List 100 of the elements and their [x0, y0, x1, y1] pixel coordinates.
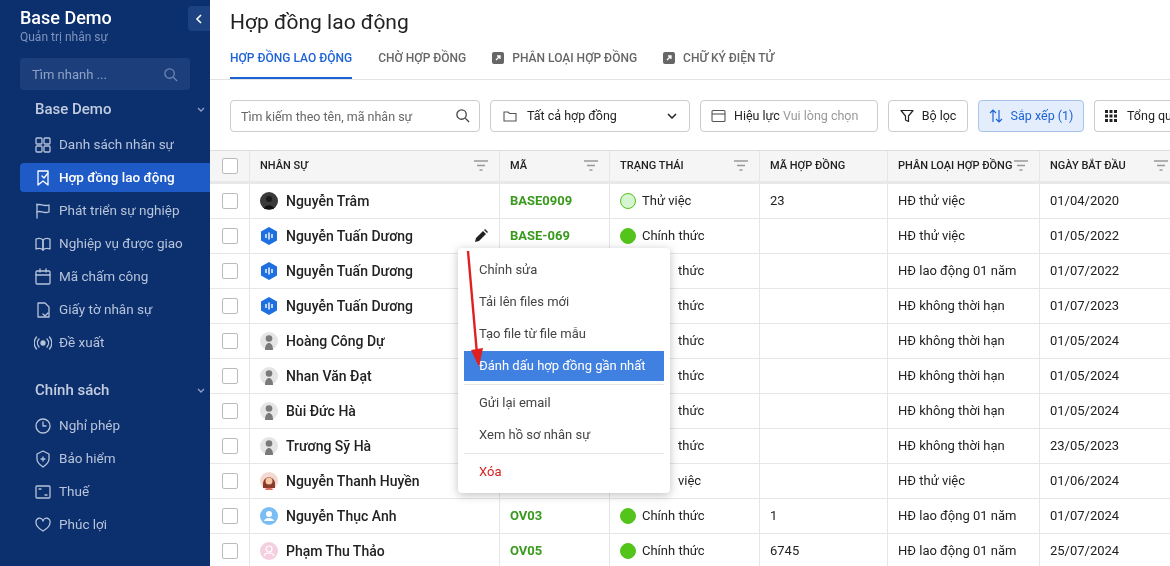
menu-item[interactable]: Gửi lại email	[464, 388, 664, 418]
table-cell-text: 25/07/2024	[1050, 542, 1120, 561]
column-header: MÃ HỢP ĐỒNG	[770, 157, 846, 174]
app-subtitle: Quản trị nhân sự	[20, 29, 109, 45]
validity-field[interactable]: Vui lòng chọn	[782, 106, 867, 126]
menu-item[interactable]: Xóa	[464, 457, 664, 487]
sidebar-item[interactable]: Mã chấm công	[20, 262, 210, 291]
sidebar-item[interactable]: Hợp đồng lao động	[20, 163, 210, 192]
table-cell-text: 23	[770, 192, 785, 211]
checkbox[interactable]	[221, 403, 238, 419]
checkbox[interactable]	[221, 508, 238, 524]
table-cell-text: HĐ không thời hạn	[898, 297, 1005, 316]
employee-name[interactable]: Phạm Thu Thảo	[286, 540, 489, 562]
sidebar-item[interactable]: Nghỉ phép	[20, 411, 210, 440]
table-cell-text: HĐ không thời hạn	[898, 437, 1005, 456]
sidebar-item[interactable]: Giấy tờ nhân sự	[20, 295, 210, 324]
menu-item[interactable]: Chỉnh sửa	[464, 255, 664, 285]
filter-button[interactable]: Bộ lọc	[888, 100, 968, 132]
menu-item[interactable]: Đánh dấu hợp đồng gần nhất	[464, 351, 664, 381]
table-cell-text: 6745	[770, 542, 800, 561]
column-header: TRẠNG THÁI	[620, 157, 684, 174]
collapse-button[interactable]	[188, 6, 210, 31]
checkbox[interactable]	[221, 298, 238, 314]
table-cell-text: 01/05/2024	[1050, 367, 1120, 386]
checkbox[interactable]	[221, 438, 238, 454]
status-text: Chính thức	[642, 227, 705, 246]
table-cell-text: HĐ không thời hạn	[898, 402, 1005, 421]
filter-icon	[899, 109, 914, 123]
menu-item[interactable]: Tải lên files mới	[464, 287, 664, 317]
sidebar-item[interactable]: Bảo hiểm	[20, 444, 210, 473]
search-icon	[163, 67, 178, 82]
calendar-icon	[711, 109, 726, 123]
field-label: Hiệu lực	[734, 106, 780, 125]
frame-icon	[34, 482, 52, 501]
checkbox[interactable]	[221, 333, 238, 349]
flag-icon	[34, 201, 52, 220]
checkbox[interactable]	[221, 193, 238, 209]
column-header: NHÂN SỰ	[260, 157, 308, 174]
status-text: Thử việc	[642, 192, 692, 211]
menu-item[interactable]: Xem hồ sơ nhân sự	[464, 420, 664, 450]
table-cell-text: HĐ lao động 01 năm	[898, 542, 1017, 561]
sidebar-item[interactable]: Nghiệp vụ được giao	[20, 229, 210, 258]
table-cell-text: 01/07/2024	[1050, 507, 1120, 526]
employee-name[interactable]: Nguyễn Thục Anh	[286, 505, 489, 527]
employee-code: OV03	[510, 507, 543, 526]
search-field[interactable]: Tìm kiếm theo tên, mã nhân sự	[230, 100, 480, 132]
checkbox[interactable]	[221, 158, 238, 174]
checkbox[interactable]	[221, 473, 238, 489]
table-cell-text: HĐ lao động 01 năm	[898, 262, 1017, 281]
tab[interactable]: CHỜ HỢP ĐỒNG	[378, 46, 467, 79]
table-cell-text: 1	[770, 507, 778, 526]
status-text: thức	[678, 332, 705, 351]
checkbox[interactable]	[221, 263, 238, 279]
sidebar-item[interactable]: Danh sách nhân sự	[20, 130, 210, 159]
status-text: việc	[678, 472, 702, 491]
sort-icon	[988, 109, 1003, 123]
sort-button[interactable]: Sắp xếp (1)	[978, 100, 1084, 132]
page-title: Hợp đồng lao động	[230, 9, 410, 36]
checkbox[interactable]	[221, 228, 238, 244]
checkbox[interactable]	[221, 368, 238, 384]
sidebar-item[interactable]: Phát triển sự nghiệp	[20, 196, 210, 225]
calendar-icon	[34, 267, 52, 286]
heart-icon	[34, 515, 52, 534]
chevron-down-icon	[667, 113, 677, 119]
tab[interactable]: PHÂN LOẠI HỢP ĐỒNG	[492, 46, 638, 79]
sidebar-item[interactable]: Phúc lợi	[20, 510, 210, 539]
employee-code: BASE0909	[510, 192, 573, 211]
status-text: thức	[678, 297, 705, 316]
table-cell-text: 01/05/2024	[1050, 402, 1120, 421]
folder-icon	[503, 110, 517, 122]
checkbox[interactable]	[221, 543, 238, 559]
table-cell-text: 01/06/2024	[1050, 472, 1120, 491]
tab[interactable]: CHỮ KÝ ĐIỆN TỬ	[663, 46, 774, 79]
table-cell-text: HĐ không thời hạn	[898, 367, 1005, 386]
contract-dropdown[interactable]: Tất cả hợp đồng	[490, 100, 690, 132]
status-text: thức	[678, 367, 705, 386]
status-text: Chính thức	[642, 507, 705, 526]
validity-filter[interactable]: Hiệu lực Vui lòng chọn	[700, 100, 878, 132]
table-cell-text: HĐ không thời hạn	[898, 332, 1005, 351]
table-cell-text: 01/05/2022	[1050, 227, 1120, 246]
tab[interactable]: HỢP ĐỒNG LAO ĐỘNG	[230, 46, 353, 79]
column-header: PHÂN LOẠI HỢP ĐỒNG	[898, 157, 1013, 174]
table-cell-text: 01/05/2024	[1050, 332, 1120, 351]
employee-name[interactable]: Nguyễn Trâm	[286, 190, 489, 212]
bookmark-icon	[34, 168, 52, 187]
table-cell-text: 01/07/2022	[1050, 262, 1120, 281]
document-icon	[34, 300, 52, 319]
chevron-left-icon	[195, 13, 203, 24]
status-text: thức	[678, 262, 705, 281]
table-cell-text: 23/05/2023	[1050, 437, 1120, 456]
shield-icon	[34, 449, 52, 468]
app-title: Base Demo	[20, 7, 113, 29]
sidebar-item[interactable]: Thuế	[20, 477, 210, 506]
employee-name[interactable]: Nguyễn Tuấn Dương	[286, 225, 465, 247]
menu-item[interactable]: Tạo file từ file mẫu	[464, 319, 664, 349]
quick-search-field[interactable]: Tìm nhanh ...	[20, 58, 190, 90]
status-text: thức	[678, 437, 705, 456]
broadcast-icon	[34, 333, 52, 352]
sidebar-item[interactable]: Đề xuất	[20, 328, 210, 357]
status-text: Chính thức	[642, 542, 705, 561]
